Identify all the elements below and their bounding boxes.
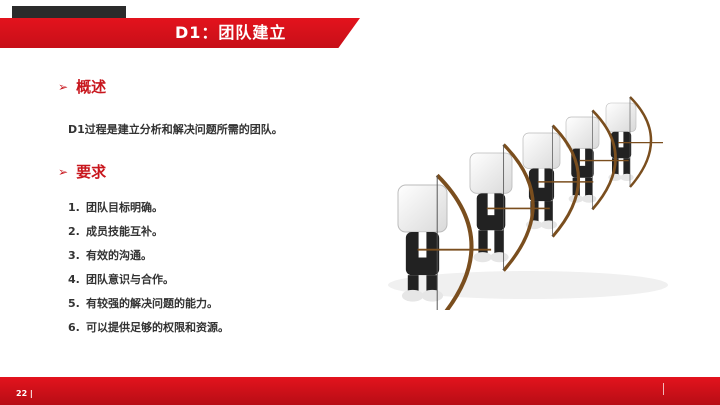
list-item-number: 6. <box>68 321 80 334</box>
list-item-number: 1. <box>68 201 80 214</box>
list-item-text: 成员技能互补。 <box>86 225 163 238</box>
list-item-number: 3. <box>68 249 80 262</box>
arrow-bullet-icon: ➢ <box>58 79 69 94</box>
list-item: 3. 有效的沟通。 <box>68 244 229 268</box>
list-item-text: 可以提供足够的权限和资源。 <box>86 321 229 334</box>
list-item: 1. 团队目标明确。 <box>68 196 229 220</box>
arrow-bullet-icon: ➢ <box>58 164 69 179</box>
list-item-text: 团队目标明确。 <box>86 201 163 214</box>
list-item-text: 团队意识与合作。 <box>86 273 174 286</box>
list-item-number: 4. <box>68 273 80 286</box>
list-item: 4. 团队意识与合作。 <box>68 268 229 292</box>
list-item: 6. 可以提供足够的权限和资源。 <box>68 316 229 340</box>
archers-team-icon <box>388 96 668 310</box>
overview-text: D1过程是建立分析和解决问题所需的团队。 <box>68 123 283 136</box>
list-item: 5. 有较强的解决问题的能力。 <box>68 292 229 316</box>
page-title: D1：团队建立 <box>175 23 287 42</box>
footer-divider <box>663 383 664 395</box>
footer-bar <box>0 377 720 405</box>
list-item-text: 有较强的解决问题的能力。 <box>86 297 218 310</box>
list-item-number: 2. <box>68 225 80 238</box>
section-overview: ➢ 概述 <box>58 76 106 97</box>
section-requirements: ➢ 要求 <box>58 161 106 182</box>
list-item-number: 5. <box>68 297 80 310</box>
list-item: 2. 成员技能互补。 <box>68 220 229 244</box>
section-heading-overview: 概述 <box>76 78 107 96</box>
page-number: 22 | <box>16 389 33 398</box>
section-heading-requirements: 要求 <box>76 163 107 181</box>
requirements-list: 1. 团队目标明确。 2. 成员技能互补。 3. 有效的沟通。 4. 团队意识与合作。 … <box>68 196 229 340</box>
list-item-text: 有效的沟通。 <box>86 249 152 262</box>
